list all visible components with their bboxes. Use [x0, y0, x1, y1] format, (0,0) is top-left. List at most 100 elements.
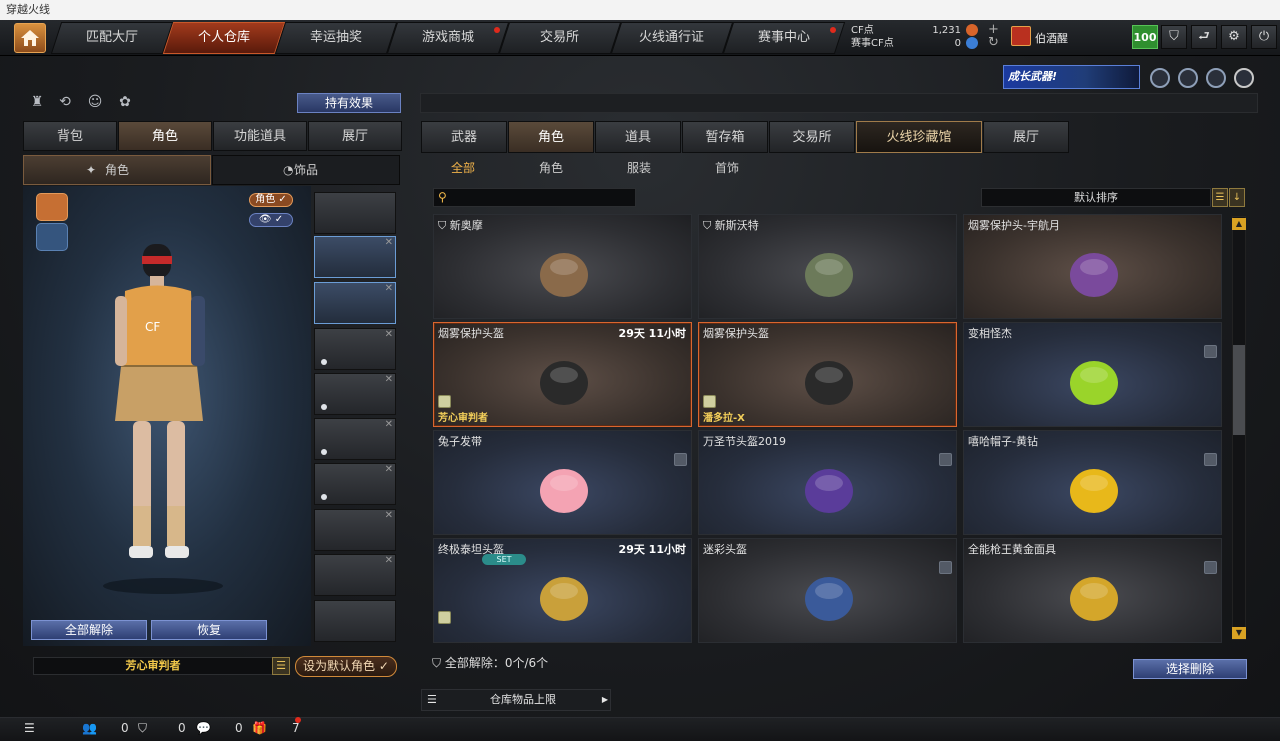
- growth-weapon-banner[interactable]: 成长武器!: [1003, 65, 1140, 89]
- item-card[interactable]: ⛉ 新斯沃特: [698, 214, 957, 319]
- wolf-badge-icon[interactable]: [1206, 68, 1226, 88]
- item-card[interactable]: 终极泰坦头盔 29天 11小时 SET: [433, 538, 692, 643]
- hold-effect-button[interactable]: 持有效果: [297, 93, 401, 113]
- slot-armor-gold[interactable]: ✕: [314, 328, 396, 370]
- scroll-up-icon[interactable]: ▲: [1232, 218, 1246, 230]
- user-name[interactable]: 伯酒醒: [1035, 30, 1068, 46]
- subtab-role[interactable]: ✦ 角色: [23, 155, 211, 185]
- item-card[interactable]: ⛉ 新奥摩: [433, 214, 692, 319]
- right-tab[interactable]: 道具: [595, 121, 681, 153]
- slot-chest[interactable]: ✕: [314, 463, 396, 505]
- right-subtab[interactable]: 服装: [609, 157, 669, 179]
- right-tab[interactable]: 武器: [421, 121, 507, 153]
- left-tab[interactable]: 角色: [118, 121, 212, 151]
- item-card[interactable]: 烟雾保护头盔 29天 11小时 芳心审判者: [433, 322, 692, 427]
- item-card[interactable]: 全能枪王黄金面具: [963, 538, 1222, 643]
- slot-remove-icon[interactable]: ✕: [385, 283, 393, 294]
- nav-tab[interactable]: 游戏商城: [386, 22, 510, 54]
- sort-dropdown[interactable]: 默认排序: [981, 188, 1211, 207]
- nav-tab[interactable]: 个人仓库: [162, 22, 286, 54]
- trash-icon[interactable]: [674, 453, 687, 466]
- slot-gauntlet[interactable]: ✕: [314, 418, 396, 460]
- team-icon[interactable]: ♜: [28, 94, 46, 112]
- left-tab[interactable]: 展厅: [308, 121, 402, 151]
- subtab-accessory[interactable]: ◔ 饰品: [212, 155, 400, 185]
- search-input[interactable]: ⚲: [433, 188, 636, 207]
- character-preview[interactable]: 角色 ✓ 👁 ✓ CF 全部解除 恢复: [23, 186, 311, 646]
- trash-icon[interactable]: [939, 453, 952, 466]
- right-tab[interactable]: 展厅: [983, 121, 1069, 153]
- right-subtab[interactable]: 角色: [521, 157, 581, 179]
- item-card[interactable]: 兔子发带: [433, 430, 692, 535]
- trash-icon[interactable]: [1204, 453, 1217, 466]
- item-card[interactable]: 万圣节头盔2019: [698, 430, 957, 535]
- nav-tab[interactable]: 幸运抽奖: [274, 22, 398, 54]
- left-tab[interactable]: 功能道具: [213, 121, 307, 151]
- w-badge-icon[interactable]: [1234, 68, 1254, 88]
- item-card[interactable]: 变相怪杰: [963, 322, 1222, 427]
- slot-pet-gold[interactable]: ✕: [314, 509, 396, 551]
- right-tab[interactable]: 角色: [508, 121, 594, 153]
- right-tab[interactable]: 暂存箱: [682, 121, 768, 153]
- slot-remove-icon[interactable]: ✕: [385, 555, 393, 566]
- menu-list-icon[interactable]: ☰: [24, 721, 35, 735]
- pose-icon[interactable]: ☺: [86, 94, 104, 112]
- sort-list-icon[interactable]: ☰: [1212, 188, 1228, 207]
- slot-remove-icon[interactable]: ✕: [385, 374, 393, 385]
- nav-tab[interactable]: 匹配大厅: [50, 22, 174, 54]
- level-badge[interactable]: 100: [1132, 25, 1158, 49]
- item-card[interactable]: 嘻哈帽子-黄钻: [963, 430, 1222, 535]
- settings-gear-icon[interactable]: ⚙: [1221, 25, 1247, 49]
- trash-icon[interactable]: [1204, 561, 1217, 574]
- item-card[interactable]: 迷彩头盔: [698, 538, 957, 643]
- item-card[interactable]: 烟雾保护头盔 潘多拉-X: [698, 322, 957, 427]
- character-name[interactable]: 芳心审判者: [33, 657, 273, 675]
- home-button[interactable]: [14, 23, 46, 53]
- right-subtab[interactable]: 全部: [433, 157, 493, 179]
- v-badge-icon[interactable]: [1150, 68, 1170, 88]
- slot-armor-blue[interactable]: ✕: [314, 373, 396, 415]
- bag-icon[interactable]: ✿: [116, 94, 134, 112]
- slot-remove-icon[interactable]: ✕: [385, 419, 393, 430]
- slot-goggles[interactable]: ✕: [314, 282, 396, 324]
- slot-helmet[interactable]: ✕: [314, 236, 396, 278]
- slot-weapon[interactable]: [314, 192, 396, 234]
- restore-button[interactable]: 恢复: [151, 620, 267, 640]
- list-icon[interactable]: ☰: [272, 657, 290, 675]
- slot-empty[interactable]: [314, 600, 396, 642]
- chat-icon[interactable]: 💬: [196, 721, 211, 735]
- select-delete-button[interactable]: 选择删除: [1133, 659, 1247, 679]
- set-default-role-button[interactable]: 设为默认角色 ✓: [295, 656, 397, 677]
- clear-all-button[interactable]: 全部解除: [31, 620, 147, 640]
- friends-icon[interactable]: 👥: [82, 721, 97, 735]
- scroll-down-icon[interactable]: ▼: [1232, 627, 1246, 639]
- return-icon[interactable]: ⮐: [1191, 25, 1217, 49]
- slot-remove-icon[interactable]: ✕: [385, 329, 393, 340]
- globe-badge-icon[interactable]: [1178, 68, 1198, 88]
- nav-tab[interactable]: 交易所: [498, 22, 622, 54]
- gift-icon[interactable]: 🎁: [252, 721, 267, 735]
- right-tab[interactable]: 火线珍藏馆: [856, 121, 982, 153]
- refresh-icon[interactable]: ↻: [988, 36, 999, 49]
- clan-shield-icon[interactable]: ⛉: [138, 721, 147, 736]
- power-icon[interactable]: ⏻: [1251, 25, 1277, 49]
- trash-icon[interactable]: [939, 561, 952, 574]
- item-card[interactable]: 烟雾保护头-宇航月: [963, 214, 1222, 319]
- scrollbar-thumb[interactable]: [1233, 345, 1245, 435]
- right-tab[interactable]: 交易所: [769, 121, 855, 153]
- trash-icon[interactable]: [1204, 345, 1217, 358]
- sort-desc-icon[interactable]: ↓: [1229, 188, 1245, 207]
- slot-remove-icon[interactable]: ✕: [385, 510, 393, 521]
- slot-remove-icon[interactable]: ✕: [385, 464, 393, 475]
- left-tab[interactable]: 背包: [23, 121, 117, 151]
- right-subtab[interactable]: 首饰: [697, 157, 757, 179]
- rotate-icon[interactable]: ⟲: [56, 94, 74, 112]
- shield-icon[interactable]: ⛉: [1161, 25, 1187, 49]
- slot-pet-silver[interactable]: ✕: [314, 554, 396, 596]
- slot-remove-icon[interactable]: ✕: [385, 237, 393, 248]
- stock-limit-bar[interactable]: ☰ 仓库物品上限 ▶: [421, 689, 611, 711]
- nav-tab[interactable]: 火线通行证: [610, 22, 734, 54]
- role-visible-chip[interactable]: 角色 ✓: [249, 193, 293, 207]
- nav-tab[interactable]: 赛事中心: [722, 22, 846, 54]
- expand-arrow-icon[interactable]: ▶: [602, 690, 608, 710]
